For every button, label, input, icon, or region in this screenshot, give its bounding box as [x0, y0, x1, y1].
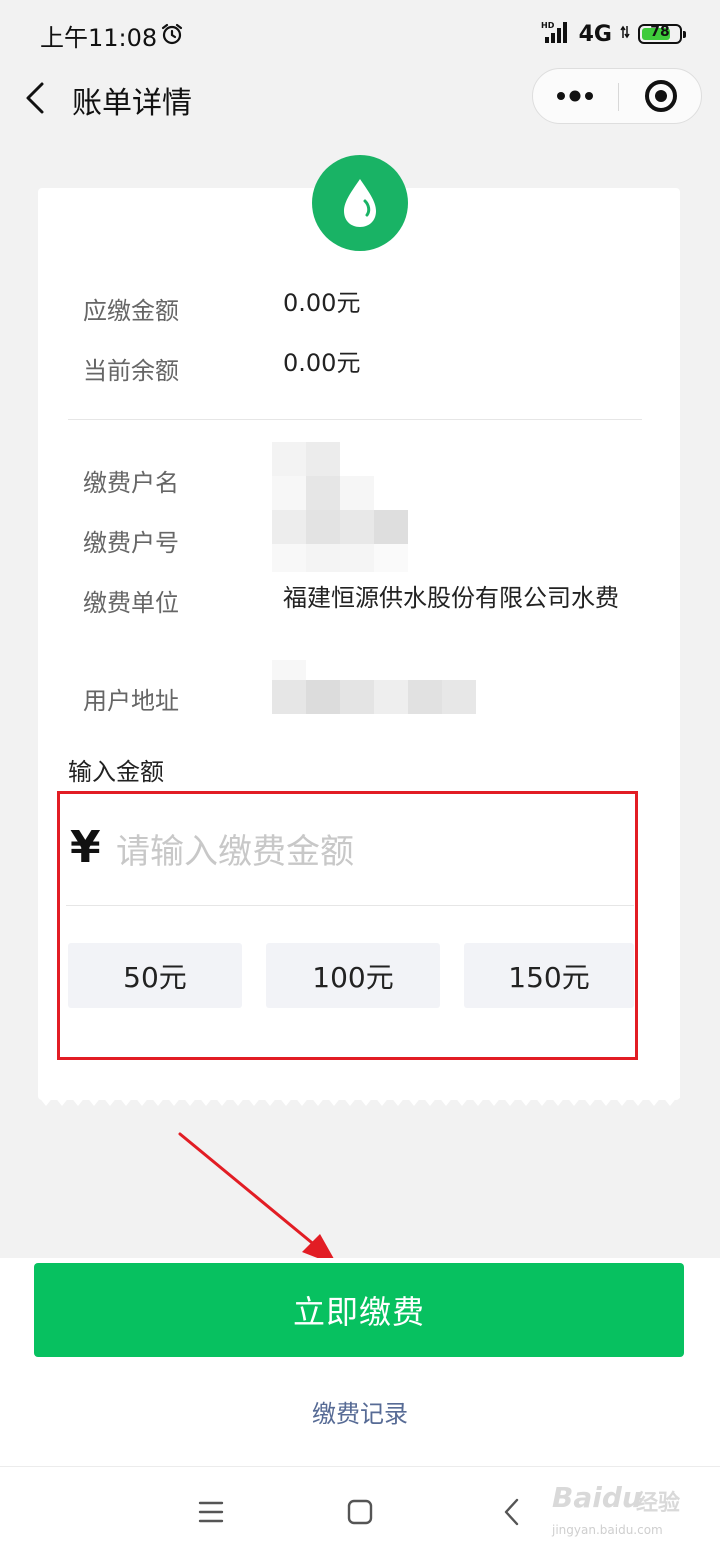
- payment-records-link: 缴费记录: [0, 1394, 720, 1429]
- more-button[interactable]: [533, 69, 617, 123]
- balance-value: 0.00元: [283, 349, 361, 377]
- red-arrow-annotation: [178, 1132, 338, 1266]
- amount-due-value: 0.00元: [283, 289, 361, 317]
- redacted-address: [272, 660, 476, 714]
- row-label: 缴费户号: [83, 529, 179, 557]
- signal-icon: HD: [541, 20, 571, 48]
- payment-records-link-text[interactable]: 缴费记录: [312, 1400, 408, 1428]
- row-label: 缴费单位: [83, 589, 179, 617]
- data-arrows-icon: [620, 24, 630, 44]
- input-underline: [66, 905, 634, 906]
- quick-amount-150-button[interactable]: 150元: [464, 943, 634, 1008]
- quick-amount-50-button[interactable]: 50元: [68, 943, 242, 1008]
- target-close-icon: [645, 80, 677, 112]
- payee-value: 福建恒源供水股份有限公司水费: [283, 584, 619, 612]
- watermark-brand: Baidu: [552, 1481, 642, 1514]
- row-label: 当前余额: [83, 357, 179, 385]
- row-label: 应缴金额: [83, 297, 179, 325]
- quick-amount-100-button[interactable]: 100元: [266, 943, 440, 1008]
- chevron-left-icon: [26, 82, 44, 114]
- pay-now-button[interactable]: 立即缴费: [34, 1263, 684, 1357]
- status-bar: 上午11:08 HD 4G 78: [0, 0, 720, 66]
- nav-bar: 账单详情: [0, 66, 720, 130]
- back-button[interactable]: [18, 76, 58, 120]
- battery-level: 78: [650, 24, 670, 40]
- water-logo: [312, 155, 408, 251]
- battery-icon: 78: [638, 24, 686, 44]
- system-nav-bar: Baidu 经验 jingyan.baidu.com: [0, 1466, 720, 1560]
- home-icon[interactable]: [346, 1497, 374, 1531]
- currency-symbol: ¥: [70, 822, 101, 873]
- close-mini-program-button[interactable]: [619, 69, 703, 123]
- section-divider: [68, 419, 642, 420]
- watermark-brand-cn: 经验: [636, 1491, 681, 1516]
- amount-input[interactable]: [116, 824, 616, 880]
- system-back-icon[interactable]: [500, 1497, 524, 1531]
- water-drop-icon: [344, 179, 376, 227]
- amount-input-label: 输入金额: [68, 758, 164, 786]
- more-dots-icon: [557, 90, 593, 102]
- mini-program-capsule: [532, 68, 702, 124]
- page-title: 账单详情: [72, 86, 192, 121]
- row-label: 用户地址: [83, 687, 179, 715]
- redacted-account-info: [272, 442, 408, 572]
- receipt-edge: [38, 1096, 680, 1106]
- baidu-jingyan-watermark: Baidu 经验 jingyan.baidu.com: [552, 1481, 702, 1545]
- row-label: 缴费户名: [83, 469, 179, 497]
- watermark-url: jingyan.baidu.com: [552, 1523, 663, 1537]
- status-time: 上午11:08: [40, 24, 158, 52]
- alarm-icon: [160, 22, 184, 50]
- menu-icon[interactable]: [198, 1497, 224, 1531]
- svg-text:HD: HD: [541, 21, 555, 30]
- network-type: 4G: [578, 21, 612, 47]
